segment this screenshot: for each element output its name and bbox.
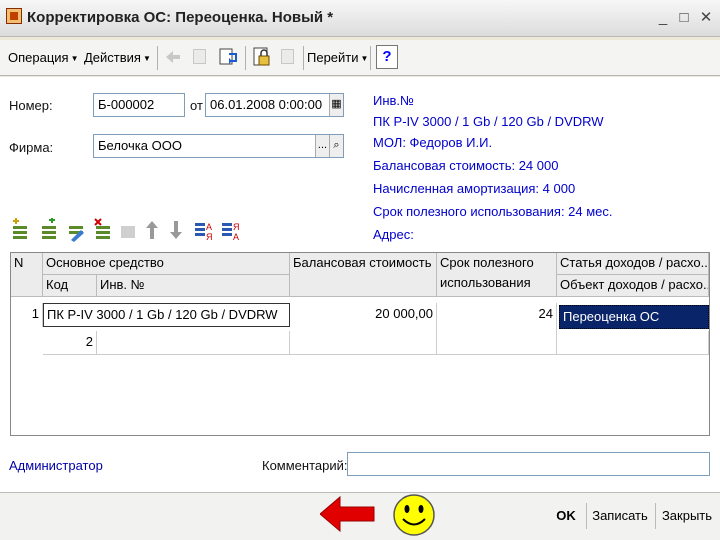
toolbar-separator (303, 46, 304, 70)
dropdown-arrow-icon: ▼ (142, 54, 151, 64)
table-cell-balance[interactable]: 20 000,00 (290, 303, 437, 355)
save-button[interactable]: Записать (589, 503, 651, 529)
sort-asc-icon[interactable]: АЯ (193, 218, 213, 242)
goto-menu[interactable]: Перейти ▼ (307, 50, 368, 65)
maximize-button[interactable]: □ (675, 9, 693, 27)
column-header-balance[interactable]: Балансовая стоимость (290, 253, 437, 297)
table-cell-term[interactable]: 24 (437, 303, 557, 355)
svg-text:Я: Я (233, 222, 240, 232)
smiley-icon (393, 494, 435, 536)
unpost-icon[interactable] (277, 46, 299, 68)
table-cell-n[interactable]: 1 (11, 303, 43, 327)
lock-icon[interactable] (251, 46, 273, 68)
column-header-term-line2: использования (440, 275, 531, 290)
footer-separator (655, 503, 656, 529)
sort-desc-icon[interactable]: ЯА (220, 218, 240, 242)
close-window-button[interactable]: ✕ (697, 9, 715, 27)
dropdown-arrow-icon: ▼ (360, 54, 369, 64)
column-header-article[interactable]: Статья доходов / расхо... (557, 253, 709, 275)
column-header-term-line1: Срок полезного (440, 255, 534, 270)
footer-separator (586, 503, 587, 529)
actions-menu-label: Действия (84, 50, 141, 65)
ok-button[interactable]: OK (550, 503, 582, 529)
date-field[interactable]: 06.01.2008 0:00:00 ▦ (205, 93, 344, 117)
info-amortization: Начисленная амортизация: 4 000 (373, 181, 576, 196)
date-from-label: от (190, 98, 203, 113)
column-header-n[interactable]: N (11, 253, 43, 297)
column-header-inv[interactable]: Инв. № (97, 275, 290, 297)
title-bar: Корректировка ОС: Переоценка. Новый * _ … (0, 0, 720, 37)
delete-row-icon[interactable] (93, 218, 113, 242)
operation-menu-label: Операция (8, 50, 69, 65)
comment-field[interactable] (347, 452, 710, 476)
table-cell-object[interactable] (557, 331, 709, 355)
svg-text:А: А (233, 232, 239, 242)
form-body: Номер: Б-000002 от 06.01.2008 0:00:00 ▦ … (0, 77, 720, 492)
column-header-code[interactable]: Код (43, 275, 97, 297)
info-balance: Балансовая стоимость: 24 000 (373, 158, 559, 173)
dropdown-arrow-icon: ▼ (70, 54, 79, 64)
toolbar-separator (245, 46, 246, 70)
command-bar: Операция ▼ Действия ▼ Перейти ▼ ? (0, 40, 720, 76)
minimize-button[interactable]: _ (654, 9, 672, 27)
table-cell-article[interactable]: Переоценка ОС (559, 305, 709, 329)
goto-menu-label: Перейти (307, 50, 359, 65)
info-inv-label: Инв.№ (373, 93, 414, 108)
info-mol: МОЛ: Федоров И.И. (373, 135, 493, 150)
copy-row-icon[interactable] (39, 217, 59, 242)
firm-value: Белочка ООО (98, 138, 182, 153)
user-link[interactable]: Администратор (9, 458, 103, 473)
actions-menu[interactable]: Действия ▼ (84, 50, 151, 65)
edit-row-icon[interactable] (66, 218, 86, 242)
move-up-icon[interactable] (142, 218, 162, 242)
svg-text:Я: Я (206, 232, 213, 242)
red-arrow-icon (320, 495, 375, 533)
toolbar-separator (157, 46, 158, 70)
info-address: Адрес: (373, 227, 414, 242)
firm-field[interactable]: Белочка ООО ... ⌕ (93, 134, 344, 158)
assets-table[interactable]: N Основное средство Код Инв. № Балансова… (10, 252, 710, 436)
date-value: 06.01.2008 0:00:00 (210, 97, 323, 112)
toolbar-separator (370, 46, 371, 70)
post-icon[interactable] (189, 46, 211, 68)
search-icon[interactable]: ⌕ (329, 135, 343, 157)
close-button[interactable]: Закрыть (658, 503, 716, 529)
help-button[interactable]: ? (376, 45, 398, 69)
move-down-icon[interactable] (166, 218, 186, 242)
column-header-asset[interactable]: Основное средство (43, 253, 290, 275)
add-row-icon[interactable] (10, 218, 30, 242)
svg-text:А: А (206, 222, 212, 232)
end-edit-icon[interactable] (118, 218, 138, 242)
table-cell-asset[interactable]: ПК P-IV 3000 / 1 Gb / 120 Gb / DVDRW (43, 303, 290, 327)
table-cell-inv[interactable] (97, 331, 290, 355)
number-field[interactable]: Б-000002 (93, 93, 185, 117)
number-label: Номер: (9, 98, 53, 113)
document-icon (6, 8, 22, 24)
info-term: Срок полезного использования: 24 мес. (373, 204, 613, 219)
calendar-icon[interactable]: ▦ (329, 94, 343, 116)
comment-label: Комментарий: (262, 458, 348, 473)
operation-menu[interactable]: Операция ▼ (8, 50, 79, 65)
table-cell-code[interactable]: 2 (43, 331, 97, 355)
info-item: ПК P-IV 3000 / 1 Gb / 120 Gb / DVDRW (373, 114, 604, 129)
firm-label: Фирма: (9, 140, 54, 155)
window-title: Корректировка ОС: Переоценка. Новый * (27, 9, 334, 26)
column-header-term[interactable]: Срок полезного использования (437, 253, 557, 297)
refresh-icon[interactable] (217, 46, 239, 68)
column-header-object[interactable]: Объект доходов / расхо... (557, 275, 709, 297)
back-icon[interactable] (162, 46, 184, 68)
select-button[interactable]: ... (315, 135, 329, 157)
